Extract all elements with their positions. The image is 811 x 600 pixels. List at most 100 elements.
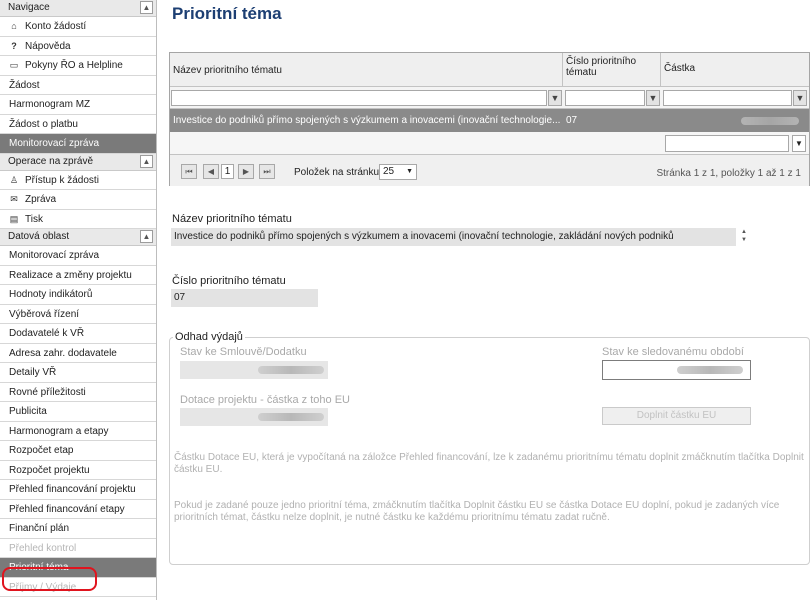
cell-amount: [661, 109, 810, 132]
book-icon: ▭: [9, 60, 19, 70]
sidebar-item-data-1[interactable]: Realizace a změny projektu: [0, 266, 156, 285]
note-single-topic: Pokud je zadané pouze jedno prioritní té…: [174, 500, 780, 523]
funnel-icon[interactable]: ▼: [548, 90, 562, 106]
sidebar-item-tisk[interactable]: ▤ Tisk: [0, 210, 156, 229]
pager-info: Stránka 1 z 1, položky 1 až 1 z 1: [656, 168, 801, 179]
nav-section-header[interactable]: Navigace ▲: [0, 0, 156, 17]
cell-name: Investice do podniků přímo spojených s v…: [173, 115, 561, 126]
sidebar-item-pristup[interactable]: ♙ Přístup k žádosti: [0, 171, 156, 190]
expense-estimate-legend: Odhad výdajů: [175, 331, 243, 343]
monitored-state-label: Stav ke sledovanému období: [602, 346, 744, 358]
sidebar-item-data-2[interactable]: Hodnoty indikátorů: [0, 285, 156, 305]
sidebar-item-prehled-kontrol: Přehled kontrol: [0, 539, 156, 558]
question-icon: ?: [11, 40, 17, 51]
sidebar-item-zadost[interactable]: Žádost: [0, 76, 156, 95]
page-size-value: 25: [383, 166, 395, 177]
redacted-value: [258, 366, 324, 374]
sidebar-item-data-9[interactable]: Harmonogram a etapy: [0, 422, 156, 441]
sidebar-item-data-13[interactable]: Přehled financování etapy: [0, 500, 156, 519]
ops-section-title: Operace na zprávě: [8, 155, 94, 167]
filter-number-input[interactable]: [565, 90, 645, 106]
contract-state-field: [180, 361, 328, 379]
grid-filter-row: ▼ ▼ ▼: [170, 87, 809, 109]
sidebar-item-harmonogram-mz[interactable]: Harmonogram MZ: [0, 95, 156, 115]
main-content: Prioritní téma Název prioritního tématu …: [169, 0, 811, 600]
fill-eu-amount-button[interactable]: Doplnit částku EU: [602, 407, 751, 425]
data-section-header[interactable]: Datová oblast ▲: [0, 229, 156, 246]
redacted-value: [677, 366, 743, 374]
sidebar-item-zadost-o-platbu[interactable]: Žádost o platbu: [0, 115, 156, 134]
sidebar-item-label: Zpráva: [25, 194, 57, 205]
eu-share-label: Dotace projektu - částka z toho EU: [180, 394, 350, 406]
page-title: Prioritní téma: [172, 4, 282, 23]
nav-section-title: Navigace: [8, 2, 50, 13]
filter-amount-input[interactable]: [663, 90, 792, 106]
priority-topics-grid: Název prioritního tématu Číslo prioritní…: [169, 52, 810, 186]
name-field[interactable]: Investice do podniků přímo spojených s v…: [171, 228, 736, 246]
funnel-icon[interactable]: ▼: [646, 90, 660, 106]
filter-name-input[interactable]: [171, 90, 547, 106]
sidebar-item-label: Přístup k žádosti: [25, 174, 99, 186]
home-icon: ⌂: [11, 21, 17, 31]
sidebar-item-data-7[interactable]: Rovné příležitosti: [0, 383, 156, 402]
user-icon: ♙: [9, 174, 19, 185]
sidebar-item-label: Nápověda: [25, 40, 71, 52]
eu-share-field: [180, 408, 328, 426]
funnel-icon[interactable]: ▼: [793, 90, 807, 106]
grid-header: Název prioritního tématu Číslo prioritní…: [170, 53, 809, 87]
prev-page-icon[interactable]: ◀: [203, 164, 219, 179]
column-header-number[interactable]: Číslo prioritního tématu: [563, 53, 661, 87]
sidebar-item-prijmy-vydaje[interactable]: Příjmy / Výdaje: [0, 578, 156, 597]
ops-section-header[interactable]: Operace na zprávě ▲: [0, 153, 156, 171]
collapse-ops-icon[interactable]: ▲: [140, 154, 153, 168]
current-page-input[interactable]: 1: [221, 164, 234, 179]
collapse-data-icon[interactable]: ▲: [140, 230, 153, 243]
sidebar-item-data-14[interactable]: Finanční plán: [0, 519, 156, 539]
sidebar-item-napoveda[interactable]: ? Nápověda: [0, 37, 156, 56]
items-per-page-label: Položek na stránku: [294, 167, 380, 178]
chevron-down-icon[interactable]: ▼: [792, 135, 806, 152]
contract-state-label: Stav ke Smlouvě/Dodatku: [180, 346, 307, 358]
redacted-value: [258, 413, 324, 421]
collapse-nav-icon[interactable]: ▲: [140, 1, 153, 14]
redacted-amount: [741, 117, 799, 125]
note-eu-amount: Částku Dotace EU, která je vypočítaná na…: [174, 452, 804, 475]
last-page-icon[interactable]: ⏭: [259, 164, 275, 179]
first-page-icon[interactable]: ⏮: [181, 164, 197, 179]
sidebar-item-data-11[interactable]: Rozpočet projektu: [0, 461, 156, 480]
printer-icon: ▤: [9, 213, 19, 224]
sidebar: Navigace ▲ ⌂ Konto žádostí ? Nápověda ▭ Pok…: [0, 0, 157, 600]
name-label: Název prioritního tématu: [172, 213, 292, 225]
sidebar-item-prioritni-tema[interactable]: Prioritní téma: [0, 558, 156, 578]
sidebar-item-label: Pokyny ŘO a Helpline: [25, 60, 123, 71]
sidebar-item-data-0[interactable]: Monitorovací zpráva: [0, 246, 156, 266]
sidebar-item-data-6[interactable]: Detaily VŘ: [0, 363, 156, 383]
number-field[interactable]: 07: [171, 289, 318, 307]
sidebar-item-zprava[interactable]: ✉ Zpráva: [0, 190, 156, 210]
grid-edit-row: ▼: [170, 132, 809, 155]
column-header-amount[interactable]: Částka: [661, 53, 810, 87]
sidebar-item-data-3[interactable]: Výběrová řízení: [0, 305, 156, 324]
sidebar-item-data-8[interactable]: Publicita: [0, 402, 156, 422]
sidebar-item-konto[interactable]: ⌂ Konto žádostí: [0, 17, 156, 37]
cell-number: 07: [566, 115, 578, 126]
grid-pager: ⏮ ◀ 1 ▶ ⏭ Položek na stránku 25 ▼ Stránka…: [170, 155, 809, 186]
mail-icon: ✉: [10, 194, 18, 204]
chevron-down-icon: ▼: [406, 168, 413, 175]
column-header-name[interactable]: Název prioritního tématu: [170, 53, 563, 87]
sidebar-item-label: Konto žádostí: [25, 21, 87, 32]
sidebar-item-data-5[interactable]: Adresa zahr. dodavatele: [0, 344, 156, 363]
sidebar-item-data-4[interactable]: Dodavatelé k VŘ: [0, 324, 156, 344]
monitored-state-input[interactable]: [602, 360, 751, 380]
table-row[interactable]: Investice do podniků přímo spojených s v…: [170, 109, 809, 132]
next-page-icon[interactable]: ▶: [238, 164, 254, 179]
page-size-select[interactable]: 25 ▼: [379, 164, 417, 180]
scroll-arrows-icon[interactable]: ▲ ▼: [740, 228, 748, 246]
sidebar-item-data-12[interactable]: Přehled financování projektu: [0, 480, 156, 500]
sidebar-item-data-10[interactable]: Rozpočet etap: [0, 441, 156, 461]
sidebar-item-pokyny[interactable]: ▭ Pokyny ŘO a Helpline: [0, 56, 156, 76]
data-section-title: Datová oblast: [8, 231, 70, 242]
amount-edit-input[interactable]: [665, 135, 789, 152]
sidebar-item-label: Tisk: [25, 213, 43, 225]
sidebar-item-monitorovaci-zprava-active[interactable]: Monitorovací zpráva: [0, 134, 156, 154]
